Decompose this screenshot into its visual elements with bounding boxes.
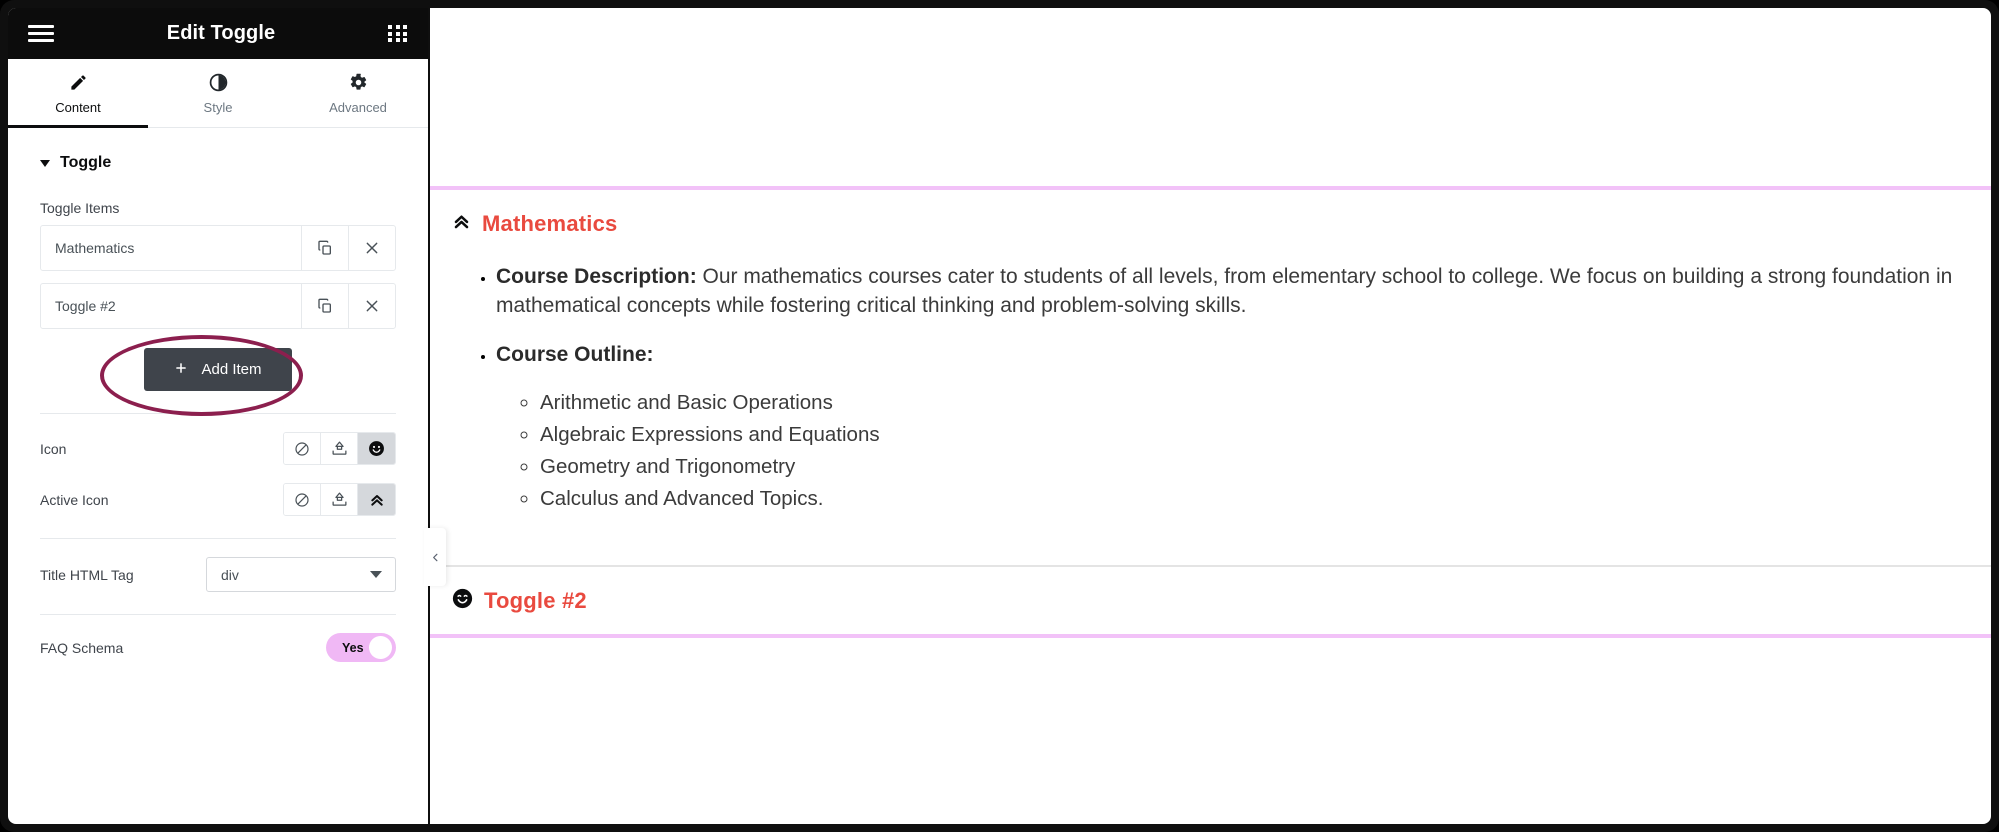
grid-icon[interactable] — [388, 25, 408, 42]
active-icon-choice-group — [283, 483, 396, 516]
toggle-title: Toggle #2 — [484, 587, 587, 613]
course-list: Course Description: Our mathematics cour… — [452, 263, 1969, 514]
plus-icon — [174, 361, 188, 379]
title-html-tag-row: Title HTML Tag div — [8, 539, 428, 592]
icon-control-label: Icon — [40, 440, 67, 457]
preview-canvas: Mathematics Course Description: Our math… — [430, 8, 1991, 824]
hamburger-icon[interactable] — [28, 25, 54, 42]
icon-control-row: Icon — [8, 414, 428, 465]
list-item: Course Outline: Arithmetic and Basic Ope… — [496, 341, 1969, 514]
close-icon[interactable] — [348, 284, 395, 328]
title-html-tag-label: Title HTML Tag — [40, 566, 134, 583]
editor-window: Edit Toggle Content Style Advanced Toggl… — [0, 0, 1999, 832]
contrast-half-circle-icon — [209, 72, 228, 93]
list-item: Calculus and Advanced Topics. — [540, 485, 1969, 513]
toggle-header-toggle-2[interactable]: Toggle #2 — [430, 567, 1991, 634]
active-icon-control-label: Active Icon — [40, 491, 109, 508]
add-item-row: Add Item — [8, 335, 428, 416]
repeater-item[interactable]: Toggle #2 — [40, 283, 396, 329]
faq-schema-row: FAQ Schema Yes — [8, 615, 428, 662]
chevron-double-up-icon[interactable] — [358, 484, 395, 515]
repeater-item-title[interactable]: Toggle #2 — [41, 284, 301, 328]
chevron-double-up-icon — [452, 212, 471, 236]
chevron-left-icon — [432, 553, 437, 561]
copy-icon[interactable] — [301, 284, 348, 328]
faq-schema-toggle[interactable]: Yes — [326, 633, 396, 662]
add-item-button[interactable]: Add Item — [144, 348, 292, 391]
pencil-icon — [69, 72, 88, 93]
panel-header: Edit Toggle — [8, 8, 428, 59]
course-outline-lead: Course Outline: — [496, 343, 654, 367]
tab-content-label: Content — [55, 99, 101, 115]
course-description-text: Our mathematics courses cater to student… — [496, 265, 1953, 317]
list-item: Arithmetic and Basic Operations — [540, 389, 1969, 417]
tab-content[interactable]: Content — [8, 59, 148, 128]
faq-schema-value: Yes — [342, 640, 364, 655]
chevron-down-icon — [370, 571, 382, 578]
smiley-icon[interactable] — [358, 433, 395, 464]
repeater-item-title[interactable]: Mathematics — [41, 226, 301, 270]
toggle-items-repeater: Mathematics Toggle #2 — [8, 225, 428, 329]
tab-style-label: Style — [203, 99, 233, 115]
tab-advanced-label: Advanced — [329, 99, 387, 115]
upload-svg-icon[interactable] — [321, 484, 358, 515]
add-item-label: Add Item — [201, 361, 262, 378]
ban-none-icon[interactable] — [284, 484, 321, 515]
tab-advanced[interactable]: Advanced — [288, 59, 428, 127]
toggle-items-label: Toggle Items — [40, 200, 120, 216]
faq-schema-label: FAQ Schema — [40, 639, 124, 656]
list-item: Course Description: Our mathematics cour… — [496, 263, 1969, 320]
course-outline-list: Arithmetic and Basic Operations Algebrai… — [496, 389, 1969, 514]
title-html-tag-value: div — [221, 566, 239, 583]
canvas-bottom-spacer — [430, 638, 1991, 748]
chevron-down-icon — [40, 159, 50, 167]
list-item: Geometry and Trigonometry — [540, 453, 1969, 481]
copy-icon[interactable] — [301, 226, 348, 270]
title-html-tag-select[interactable]: div — [206, 557, 396, 592]
elementor-settings-panel: Edit Toggle Content Style Advanced Toggl… — [8, 8, 428, 824]
course-description-lead: Course Description: — [496, 265, 697, 288]
close-icon[interactable] — [348, 226, 395, 270]
gear-icon — [349, 72, 368, 93]
panel-title: Edit Toggle — [166, 22, 276, 44]
toggle-knob — [369, 636, 392, 659]
list-item: Algebraic Expressions and Equations — [540, 421, 1969, 449]
toggle-header-mathematics[interactable]: Mathematics — [430, 190, 1991, 257]
section-toggle-label: Toggle — [60, 154, 112, 171]
toggle-panel-mathematics: Course Description: Our mathematics cour… — [430, 257, 1991, 565]
toggle-title: Mathematics — [482, 211, 618, 236]
icon-choice-group — [283, 432, 396, 465]
repeater-item[interactable]: Mathematics — [40, 225, 396, 271]
section-toggle-header[interactable]: Toggle — [8, 128, 428, 172]
panel-tabs: Content Style Advanced — [8, 59, 428, 128]
panel-collapse-button[interactable] — [424, 528, 446, 586]
canvas-top-spacer — [430, 8, 1991, 186]
active-icon-control-row: Active Icon — [8, 465, 428, 516]
ban-none-icon[interactable] — [284, 433, 321, 464]
tab-style[interactable]: Style — [148, 59, 288, 127]
upload-svg-icon[interactable] — [321, 433, 358, 464]
smiley-icon — [452, 588, 473, 614]
